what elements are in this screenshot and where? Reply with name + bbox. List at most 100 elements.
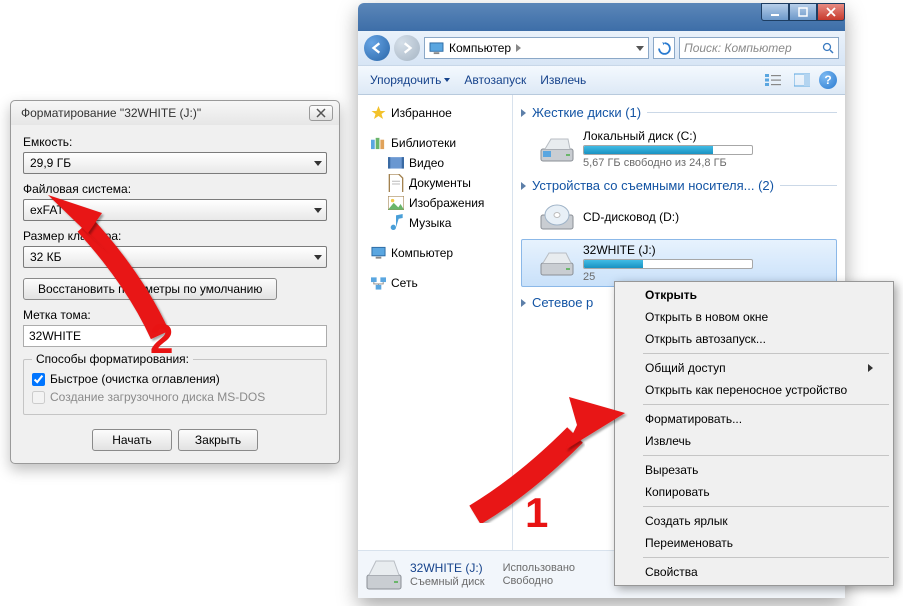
- drive-c-title: Локальный диск (C:): [583, 129, 833, 143]
- restore-defaults-button[interactable]: Восстановить параметры по умолчанию: [23, 278, 277, 300]
- cd-drive-icon: [540, 203, 574, 231]
- nav-music[interactable]: Музыка: [362, 213, 508, 233]
- network-icon: [371, 276, 386, 290]
- msdos-boot-label: Создание загрузочного диска MS-DOS: [50, 390, 265, 404]
- view-mode-button[interactable]: [763, 70, 785, 90]
- arrow-left-icon: [370, 41, 384, 55]
- star-icon: [371, 106, 386, 120]
- drive-j-title: 32WHITE (J:): [583, 243, 833, 257]
- autorun-button[interactable]: Автозапуск: [460, 71, 530, 89]
- organize-button[interactable]: Упорядочить: [366, 71, 454, 89]
- ctx-portable[interactable]: Открыть как переносное устройство: [617, 379, 891, 401]
- minimize-button[interactable]: [761, 3, 789, 21]
- chevron-down-icon: [444, 78, 450, 82]
- chevron-down-icon: [314, 161, 322, 166]
- ctx-shortcut[interactable]: Создать ярлык: [617, 510, 891, 532]
- refresh-button[interactable]: [653, 37, 675, 59]
- window-close-button[interactable]: [817, 3, 845, 21]
- address-bar-row: Компьютер Поиск: Компьютер: [358, 31, 845, 65]
- search-input[interactable]: Поиск: Компьютер: [679, 37, 839, 59]
- capacity-combo[interactable]: 29,9 ГБ: [23, 152, 327, 174]
- search-icon: [822, 42, 834, 54]
- nav-network[interactable]: Сеть: [362, 273, 508, 293]
- drive-cd-title: CD-дисковод (D:): [583, 210, 833, 224]
- close-icon: [316, 108, 326, 118]
- nav-libraries[interactable]: Библиотеки: [362, 133, 508, 153]
- hdd-icon: [540, 135, 574, 163]
- chevron-down-icon[interactable]: [636, 46, 644, 51]
- nav-back-button[interactable]: [364, 35, 390, 61]
- nav-video[interactable]: Видео: [362, 153, 508, 173]
- volume-label-input[interactable]: [23, 325, 327, 347]
- nav-pane: Избранное Библиотеки Видео Документы Изо…: [358, 95, 513, 550]
- ctx-share[interactable]: Общий доступ: [617, 357, 891, 379]
- monitor-icon: [429, 42, 444, 55]
- drive-j[interactable]: 32WHITE (J:) 25: [521, 239, 837, 287]
- refresh-icon: [658, 42, 671, 55]
- image-icon: [388, 196, 404, 210]
- view-icon: [765, 73, 781, 87]
- drive-c-sub: 5,67 ГБ свободно из 24,8 ГБ: [583, 157, 833, 169]
- capacity-label: Емкость:: [23, 135, 327, 149]
- maximize-button[interactable]: [789, 3, 817, 21]
- cluster-combo[interactable]: 32 КБ: [23, 246, 327, 268]
- ctx-eject[interactable]: Извлечь: [617, 430, 891, 452]
- ctx-properties[interactable]: Свойства: [617, 561, 891, 583]
- arrow-right-icon: [400, 41, 414, 55]
- drive-c-bar: [583, 145, 753, 155]
- quick-format-checkbox[interactable]: [32, 373, 45, 386]
- quick-format-row[interactable]: Быстрое (очистка оглавления): [32, 372, 318, 386]
- cluster-label: Размер кластера:: [23, 229, 327, 243]
- chevron-down-icon: [314, 208, 322, 213]
- document-icon: [388, 174, 404, 193]
- explorer-titlebar: [358, 3, 845, 31]
- drive-j-bar: [583, 259, 753, 269]
- quick-format-label: Быстрое (очистка оглавления): [50, 372, 220, 386]
- video-icon: [388, 156, 404, 170]
- music-icon: [388, 214, 404, 233]
- drive-c[interactable]: Локальный диск (C:) 5,67 ГБ свободно из …: [521, 125, 837, 173]
- pane-icon: [794, 73, 810, 87]
- ctx-open[interactable]: Открыть: [617, 284, 891, 306]
- filesystem-combo[interactable]: exFAT: [23, 199, 327, 221]
- eject-button[interactable]: Извлечь: [536, 71, 590, 89]
- start-button[interactable]: Начать: [92, 429, 172, 451]
- group-removable[interactable]: Устройства со съемными носителя... (2): [521, 176, 837, 195]
- nav-documents[interactable]: Документы: [362, 173, 508, 193]
- drive-cd[interactable]: CD-дисковод (D:): [521, 198, 837, 236]
- breadcrumb-separator-icon[interactable]: [516, 44, 521, 52]
- ctx-copy[interactable]: Копировать: [617, 481, 891, 503]
- nav-forward-button[interactable]: [394, 35, 420, 61]
- collapse-icon[interactable]: [521, 182, 526, 190]
- ctx-autorun[interactable]: Открыть автозапуск...: [617, 328, 891, 350]
- status-name: 32WHITE (J:): [410, 561, 485, 575]
- format-dialog: Форматирование "32WHITE (J:)" Емкость: 2…: [10, 100, 340, 464]
- collapse-icon[interactable]: [521, 299, 526, 307]
- nav-favorites[interactable]: Избранное: [362, 103, 508, 123]
- context-menu: Открыть Открыть в новом окне Открыть авт…: [614, 281, 894, 586]
- ctx-open-new-window[interactable]: Открыть в новом окне: [617, 306, 891, 328]
- chevron-down-icon: [314, 255, 322, 260]
- breadcrumb[interactable]: Компьютер: [449, 41, 511, 55]
- ctx-format[interactable]: Форматировать...: [617, 408, 891, 430]
- nav-computer[interactable]: Компьютер: [362, 243, 508, 263]
- close-icon: [826, 7, 836, 17]
- removable-drive-icon: [366, 557, 402, 591]
- preview-pane-button[interactable]: [791, 70, 813, 90]
- close-button[interactable]: [309, 105, 333, 121]
- status-drive-icon: [366, 557, 402, 593]
- group-hard-drives[interactable]: Жесткие диски (1): [521, 103, 837, 122]
- filesystem-label: Файловая система:: [23, 182, 327, 196]
- nav-images[interactable]: Изображения: [362, 193, 508, 213]
- ctx-cut[interactable]: Вырезать: [617, 459, 891, 481]
- close-dialog-button[interactable]: Закрыть: [178, 429, 258, 451]
- status-type: Съемный диск: [410, 576, 485, 588]
- collapse-icon[interactable]: [521, 109, 526, 117]
- help-button[interactable]: ?: [819, 71, 837, 89]
- capacity-value: 29,9 ГБ: [30, 156, 71, 170]
- minimize-icon: [770, 7, 780, 17]
- address-bar[interactable]: Компьютер: [424, 37, 649, 59]
- ctx-rename[interactable]: Переименовать: [617, 532, 891, 554]
- maximize-icon: [798, 7, 808, 17]
- format-dialog-titlebar: Форматирование "32WHITE (J:)": [11, 101, 339, 125]
